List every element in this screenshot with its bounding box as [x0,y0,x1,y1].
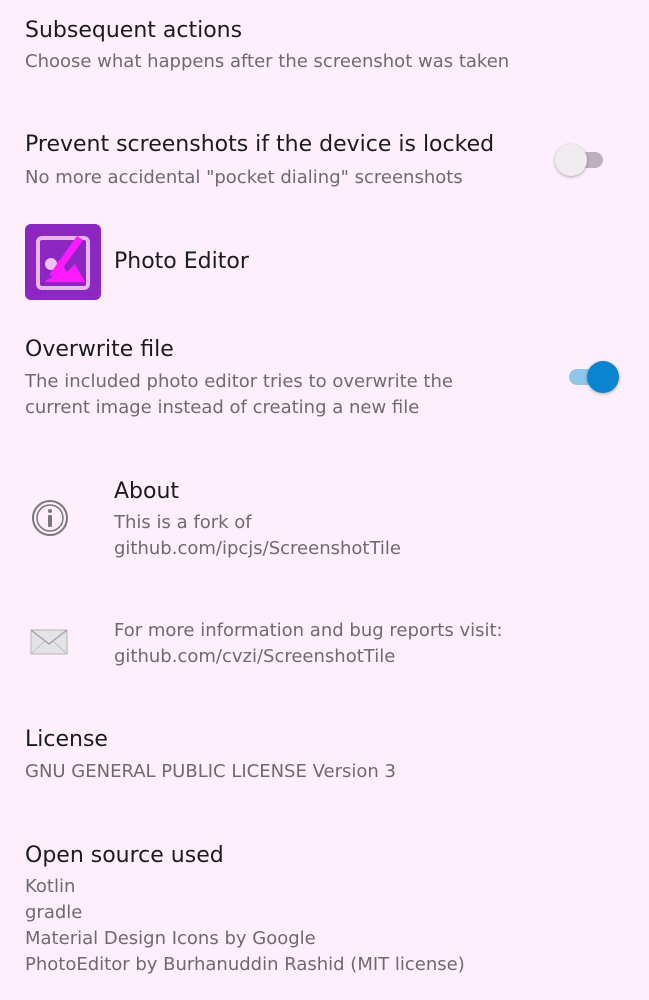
toggle-thumb [555,144,587,176]
prevent-screenshots-toggle[interactable] [555,143,607,177]
overwrite-file-subtitle-line: current image instead of creating a new … [25,397,420,418]
open-source-entry: PhotoEditor by Burhanuddin Rashid (MIT l… [25,954,465,975]
about-subtitle-line: github.com/ipcjs/ScreenshotTile [114,538,401,559]
open-source-entry: Material Design Icons by Google [25,928,316,949]
about-subtitle: This is a fork of github.com/ipcjs/Scree… [114,510,401,562]
info-icon [30,498,70,538]
bug-reports-link[interactable]: github.com/cvzi/ScreenshotTile [114,644,503,670]
overwrite-file-subtitle: The included photo editor tries to overw… [25,369,453,421]
mail-icon [30,629,68,655]
open-source-title: Open source used [25,843,224,868]
prevent-screenshots-subtitle: No more accidental "pocket dialing" scre… [25,167,463,188]
subsequent-actions-title: Subsequent actions [25,18,243,43]
license-title: License [25,727,108,752]
open-source-entry: Kotlin [25,876,76,897]
photo-editor-app-icon [25,224,101,300]
subsequent-actions-subtitle: Choose what happens after the screenshot… [25,51,510,72]
about-subtitle-line: This is a fork of [114,512,252,533]
bug-reports-line: For more information and bug reports vis… [114,620,503,641]
about-title: About [114,479,180,504]
prevent-screenshots-title: Prevent screenshots if the device is loc… [25,132,495,157]
overwrite-file-toggle[interactable] [567,360,619,394]
photo-editor-label: Photo Editor [114,249,249,274]
open-source-list: Kotlin gradle Material Design Icons by G… [25,874,465,978]
settings-page: Subsequent actions Choose what happens a… [0,0,649,1000]
toggle-thumb [587,361,619,393]
open-source-entry: gradle [25,902,83,923]
photo-editor-item[interactable]: Photo Editor [0,224,649,300]
overwrite-file-subtitle-line: The included photo editor tries to overw… [25,371,453,392]
license-subtitle: GNU GENERAL PUBLIC LICENSE Version 3 [25,761,396,782]
bug-reports-text: For more information and bug reports vis… [114,618,503,670]
overwrite-file-title: Overwrite file [25,337,174,362]
